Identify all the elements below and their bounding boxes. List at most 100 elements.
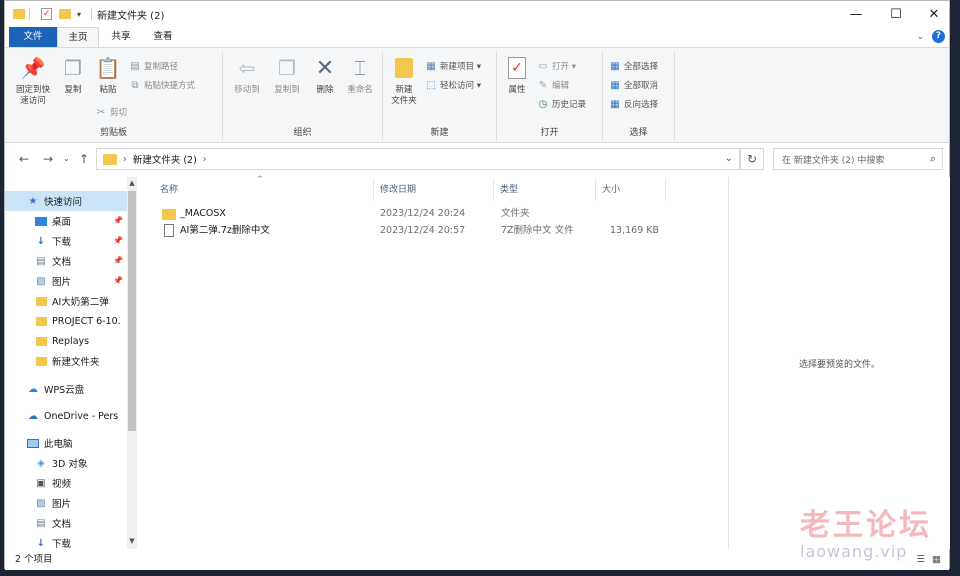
tab-home[interactable]: 主页 [57, 27, 99, 47]
file-row[interactable]: _MACOSX 2023/12/24 20:24 文件夹 [148, 205, 668, 223]
new-folder-button[interactable]: 新建 文件夹 [385, 54, 423, 107]
select-all-button[interactable]: ▦ 全部选择 [609, 58, 658, 74]
cut-button[interactable]: ✂ 剪切 [95, 104, 127, 120]
copy-button[interactable]: ❐ 复制 [57, 54, 89, 96]
minimize-button[interactable]: — [835, 1, 877, 27]
maximize-button[interactable]: ☐ [875, 1, 917, 27]
rename-label: 重命名 [347, 85, 373, 95]
address-row: ← → ⌄ ↑ › 新建文件夹 (2) › ⌄ ↻ 在 新建文件夹 (2) 中搜… [5, 143, 949, 175]
column-header-name[interactable]: 名称 [154, 179, 374, 201]
scroll-up-icon[interactable]: ▲ [127, 179, 137, 187]
file-name: AI第二弹.7z删除中文 [180, 225, 270, 236]
edit-icon: ✎ [538, 79, 548, 91]
breadcrumb-separator-icon[interactable]: › [123, 154, 127, 165]
nav-item-downloads[interactable]: ↓ 下载 📌 [5, 231, 127, 251]
move-to-button[interactable]: ⇦ 移动到 [227, 54, 267, 96]
window-title: 新建文件夹 (2) [97, 11, 165, 22]
select-none-icon: ▦ [610, 79, 620, 91]
close-button[interactable]: ✕ [913, 1, 955, 27]
address-bar[interactable]: › 新建文件夹 (2) › ⌄ [96, 148, 740, 170]
delete-button[interactable]: ✕ 删除 [309, 54, 341, 96]
nav-pc-item-label: 下载 [52, 539, 72, 549]
open-button[interactable]: ▭ 打开 ▾ [537, 58, 576, 74]
pin-quick-access-button[interactable]: 📌 固定到快 速访问 [11, 54, 55, 107]
nav-wps-cloud[interactable]: ☁ WPS云盘 [5, 379, 127, 399]
nav-pc-item[interactable]: ◈ 3D 对象 [5, 453, 127, 473]
group-open: ✓ 属性 ▭ 打开 ▾ ✎ 编辑 ◷ 历史记录 打开 [497, 52, 603, 140]
expand-ribbon-chevron-icon[interactable]: ⌄ [916, 32, 924, 42]
help-icon[interactable]: ? [932, 30, 945, 43]
breadcrumb-separator-icon[interactable]: › [203, 154, 207, 165]
large-icons-view-icon[interactable]: ▦ [932, 549, 941, 570]
nav-item-desktop[interactable]: 桌面 📌 [5, 211, 127, 231]
nav-this-pc[interactable]: 此电脑 [5, 433, 127, 453]
nav-item-folder[interactable]: Replays [5, 331, 127, 351]
delete-x-icon: ✕ [315, 55, 335, 81]
qa-separator [29, 7, 30, 21]
nav-scrollbar[interactable]: ▲ ▼ [127, 177, 137, 549]
move-to-icon: ⇦ [238, 55, 256, 80]
copy-to-button[interactable]: ❐ 复制到 [267, 54, 307, 96]
nav-item-folder[interactable]: 新建文件夹 [5, 351, 127, 371]
ribbon: 📌 固定到快 速访问 ❐ 复制 📋 粘贴 ▤ 复制路径 ⧉ 粘贴快捷方式 ✂ 剪 [5, 47, 949, 143]
paste-button[interactable]: 📋 粘贴 [91, 54, 125, 96]
breadcrumb-current[interactable]: 新建文件夹 (2) [133, 152, 197, 166]
nav-item-label: AI大奶第二弹 [52, 297, 109, 308]
nav-item-folder[interactable]: PROJECT 6-10. [5, 311, 127, 331]
file-type: 文件夹 [501, 208, 530, 219]
rename-button[interactable]: ⌶ 重命名 [341, 54, 379, 96]
search-box[interactable]: 在 新建文件夹 (2) 中搜索 ⌕ [773, 148, 943, 170]
scroll-thumb[interactable] [128, 191, 136, 431]
nav-item-documents[interactable]: ▤ 文档 📌 [5, 251, 127, 271]
history-button[interactable]: ◷ 历史记录 [537, 96, 586, 112]
properties-check-large-icon: ✓ [504, 54, 530, 82]
tab-share[interactable]: 共享 [101, 27, 141, 47]
tab-file[interactable]: 文件 [9, 27, 57, 47]
nav-quick-access[interactable]: ★ 快速访问 [5, 191, 127, 211]
back-arrow-icon[interactable]: ← [19, 152, 29, 166]
pin-icon: 📌 [113, 276, 123, 285]
new-item-button[interactable]: ▦ 新建项目 ▾ [425, 58, 481, 74]
star-icon: ★ [28, 195, 38, 207]
new-folder-quick-icon[interactable] [59, 7, 71, 21]
up-arrow-icon[interactable]: ↑ [79, 152, 89, 166]
properties-button[interactable]: ✓ 属性 [501, 54, 533, 96]
edit-label: 编辑 [552, 81, 570, 91]
edit-button[interactable]: ✎ 编辑 [537, 77, 569, 93]
file-row[interactable]: AI第二弹.7z删除中文 2023/12/24 20:57 7Z删除中文 文件 … [148, 222, 668, 240]
tab-view[interactable]: 查看 [143, 27, 183, 47]
column-header-type[interactable]: 类型 [494, 179, 596, 201]
properties-label: 属性 [508, 85, 526, 95]
customize-toolbar-icon[interactable]: ▾ [77, 7, 81, 21]
invert-selection-button[interactable]: ▦ 反向选择 [609, 96, 658, 112]
copy-path-icon: ▤ [130, 60, 140, 72]
nav-pc-item[interactable]: ▣ 视频 [5, 473, 127, 493]
column-header-modified[interactable]: 修改日期 [374, 179, 494, 201]
column-header-size[interactable]: 大小 [596, 179, 666, 201]
nav-onedrive[interactable]: ☁ OneDrive - Pers [5, 406, 127, 426]
group-new-label: 新建 [430, 128, 449, 138]
refresh-button[interactable]: ↻ [740, 148, 764, 170]
navigation-pane: ★ 快速访问 桌面 📌 ↓ 下载 📌 ▤ 文档 📌 ▨ 图片 📌 AI大奶第二弹 [5, 177, 139, 549]
quick-access-folder-icon[interactable] [13, 7, 25, 21]
easy-access-button[interactable]: ⬚ 轻松访问 ▾ [425, 77, 481, 93]
address-dropdown-chevron-icon[interactable]: ⌄ [725, 153, 733, 164]
copy-path-button[interactable]: ▤ 复制路径 [129, 58, 178, 74]
forward-arrow-icon[interactable]: → [43, 152, 53, 166]
wps-cloud-icon: ☁ [28, 383, 38, 395]
recent-locations-chevron-icon[interactable]: ⌄ [63, 154, 70, 163]
invert-selection-label: 反向选择 [624, 100, 659, 110]
search-icon[interactable]: ⌕ [930, 152, 936, 166]
nav-item-pictures[interactable]: ▨ 图片 📌 [5, 271, 127, 291]
nav-item-folder[interactable]: AI大奶第二弹 [5, 291, 127, 311]
scroll-down-icon[interactable]: ▼ [127, 537, 137, 545]
paste-icon: 📋 [95, 55, 121, 80]
select-none-button[interactable]: ▦ 全部取消 [609, 77, 658, 93]
nav-pc-item[interactable]: ▨ 图片 [5, 493, 127, 513]
properties-check-icon[interactable]: ✓ [41, 7, 52, 21]
nav-pc-item[interactable]: ▤ 文档 [5, 513, 127, 533]
nav-pc-item[interactable]: ↓ 下载 [5, 533, 127, 550]
onedrive-cloud-icon: ☁ [28, 410, 38, 422]
details-view-icon[interactable]: ☰ [916, 549, 925, 570]
paste-shortcut-button[interactable]: ⧉ 粘贴快捷方式 [129, 77, 195, 93]
